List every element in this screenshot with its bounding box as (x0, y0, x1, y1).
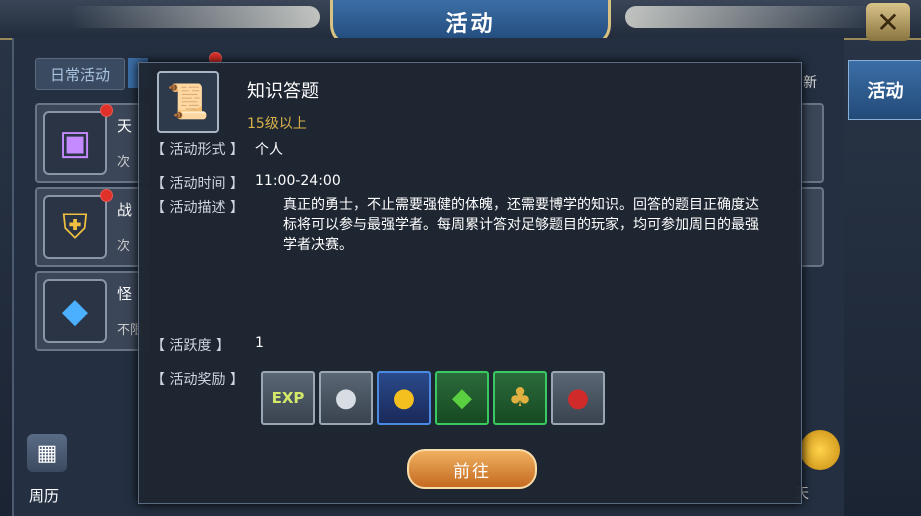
activity-title: 知识答题 (247, 81, 319, 102)
silver-coin-icon[interactable]: ● (319, 371, 373, 425)
gold-coin-icon[interactable]: ● (377, 371, 431, 425)
gold-coin-glyph: ● (392, 383, 416, 413)
wheat-icon[interactable]: ♣ (493, 371, 547, 425)
tab-daily[interactable]: 日常活动 (35, 58, 125, 90)
scroll-icon: 📜 (157, 71, 219, 133)
wheat-glyph: ♣ (508, 383, 532, 413)
right-wing-ornament (625, 6, 875, 28)
coin-icon[interactable] (800, 430, 840, 470)
golden-shield-icon: ⛨ (43, 195, 107, 259)
green-gem-glyph: ◆ (452, 383, 472, 413)
activity-detail-modal: 📜 知识答题 15级以上 【 活动形式 】 个人 【 活动时间 】 11:00-… (138, 62, 802, 504)
go-button[interactable]: 前往 (407, 449, 537, 489)
close-button[interactable]: ✕ (866, 3, 910, 41)
tab-activity[interactable]: 活动 (848, 60, 921, 120)
calendar-label: 周历 (29, 487, 60, 505)
activity-points-label: 【 活跃度 】 (151, 338, 230, 354)
list-item-sub: 次 (117, 239, 131, 254)
desc-value: 真正的勇士，不止需要强健的体魄，还需要博学的知识。回答的题目正确度达标将可以参与… (283, 197, 759, 253)
form-value: 个人 (255, 142, 283, 158)
green-gem-icon[interactable]: ◆ (435, 371, 489, 425)
red-bag-glyph: ● (566, 383, 590, 413)
time-value: 11:00-24:00 (255, 173, 341, 189)
list-item[interactable]: ⛨ 战 次 (35, 187, 149, 267)
list-item-sub: 次 (117, 155, 131, 170)
form-label: 【 活动形式 】 (151, 142, 244, 158)
notification-dot (100, 104, 113, 117)
treasure-chest-icon: ▣ (43, 111, 107, 175)
new-label: 新 (803, 75, 817, 91)
exp-icon[interactable]: EXP (261, 371, 315, 425)
list-item-label: 战 (117, 201, 133, 219)
time-label: 【 活动时间 】 (151, 176, 244, 192)
calendar-icon[interactable]: ▦ (27, 434, 67, 472)
activity-points-value: 1 (255, 335, 264, 351)
blue-crystal-icon: ◆ (43, 279, 107, 343)
red-bag-icon[interactable]: ● (551, 371, 605, 425)
notification-dot (100, 189, 113, 202)
desc-label: 【 活动描述 】 (151, 200, 244, 216)
reward-label: 【 活动奖励 】 (151, 372, 244, 388)
list-item-label: 怪 (117, 285, 133, 303)
level-requirement: 15级以上 (247, 116, 307, 132)
list-item-label: 天 (117, 117, 133, 135)
silver-coin-glyph: ● (334, 383, 358, 413)
left-wing-ornament (70, 6, 320, 28)
list-item[interactable]: ▣ 天 次 (35, 103, 149, 183)
exp-glyph: EXP (271, 389, 305, 407)
list-item[interactable]: ◆ 怪 不限 (35, 271, 149, 351)
